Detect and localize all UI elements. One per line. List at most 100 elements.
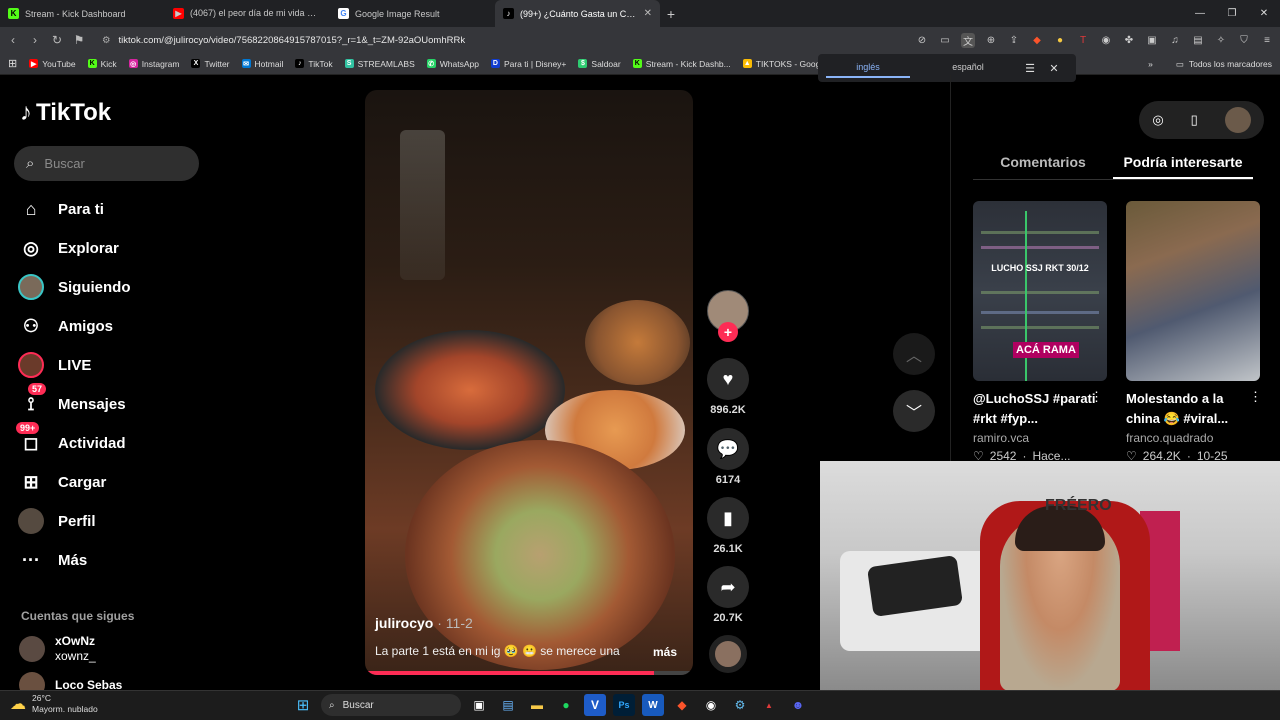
- extension-icon[interactable]: T: [1076, 35, 1090, 46]
- nav-mas[interactable]: ··· Más: [18, 545, 87, 575]
- tab-podria-interesarte[interactable]: Podría interesarte: [1113, 152, 1253, 179]
- recommended-video-card[interactable]: Molestando a la china 😂 #viral... franco…: [1126, 201, 1262, 463]
- close-tab-icon[interactable]: ✕: [644, 8, 652, 19]
- brave-icon[interactable]: ◆: [671, 694, 693, 716]
- vegas-icon[interactable]: V: [584, 694, 606, 716]
- recommended-video-card[interactable]: LUCHO SSJ RKT 30/12 ACÁ RAMA @LuchoSSJ #…: [973, 201, 1107, 463]
- extension-icon[interactable]: ●: [1053, 35, 1067, 46]
- phone-icon[interactable]: ▯: [1191, 112, 1198, 128]
- steam-icon[interactable]: ⚙: [729, 694, 751, 716]
- eye-off-icon[interactable]: ⊘: [915, 35, 929, 46]
- photoshop-icon[interactable]: Ps: [613, 694, 635, 716]
- leo-icon[interactable]: ✧: [1214, 35, 1228, 46]
- file-explorer-icon[interactable]: ▬: [526, 694, 548, 716]
- music-disc[interactable]: [709, 635, 747, 673]
- all-bookmarks-link[interactable]: Todos los marcadores: [1189, 59, 1272, 69]
- nav-perfil[interactable]: Perfil: [18, 506, 96, 536]
- nav-label: Siguiendo: [58, 278, 131, 296]
- next-video-button[interactable]: ﹀: [893, 390, 935, 432]
- bookmark-tiktok[interactable]: ♪ TikTok: [295, 59, 333, 69]
- sidebar-icon[interactable]: ▣: [1145, 35, 1159, 46]
- search-input[interactable]: ⌕ Buscar: [14, 146, 199, 181]
- nav-amigos[interactable]: ⚇ Amigos: [18, 311, 113, 341]
- bookmark-kick-dashboard[interactable]: K Stream - Kick Dashb...: [632, 59, 731, 69]
- extensions-puzzle-icon[interactable]: ✤: [1122, 35, 1136, 46]
- bookmark-saldoar[interactable]: $ Saldoar: [578, 59, 621, 69]
- nav-actividad[interactable]: ◻ 99+ Actividad: [16, 422, 126, 458]
- spotify-icon[interactable]: ●: [555, 694, 577, 716]
- heart-icon[interactable]: ♥: [707, 358, 749, 400]
- weather-widget[interactable]: ☁ 26°C Mayorm. nublado: [10, 693, 98, 715]
- music-icon[interactable]: ♫: [1168, 35, 1182, 46]
- more-options-icon[interactable]: ⋮: [1249, 389, 1262, 405]
- minimize-button[interactable]: —: [1184, 0, 1216, 27]
- zoom-icon[interactable]: ⊕: [984, 35, 998, 46]
- bookmark-whatsapp[interactable]: ✆ WhatsApp: [426, 59, 479, 69]
- apps-grid-icon[interactable]: ⊞: [8, 57, 17, 70]
- tab-comentarios[interactable]: Comentarios: [973, 152, 1113, 179]
- bookmark-disney[interactable]: D Para ti | Disney+: [490, 59, 566, 69]
- voicemod-icon[interactable]: ▲: [758, 694, 780, 716]
- hamburger-menu-icon[interactable]: ☰: [1018, 62, 1042, 75]
- toolbar-icons: ⊘ ▭ 文 ⊕ ⇪ ◆ ● T ◉ ✤ ▣ ♫ ▤ ✧ ⛉ ≡: [915, 32, 1274, 48]
- nav-live[interactable]: LIVE: [18, 350, 91, 380]
- extension-icon[interactable]: ◉: [1099, 35, 1113, 46]
- close-window-button[interactable]: ✕: [1248, 0, 1280, 27]
- cast-icon[interactable]: ▭: [938, 35, 952, 46]
- bookmark-icon[interactable]: ▮: [707, 497, 749, 539]
- reload-button[interactable]: ↻: [50, 33, 64, 47]
- nav-mensajes[interactable]: ⟟ 57 Mensajes: [18, 383, 126, 419]
- address-bar[interactable]: ⚙ tiktok.com/@julirocyo/video/7568220864…: [102, 35, 465, 46]
- nav-para-ti[interactable]: ⌂ Para ti: [18, 194, 104, 224]
- bookmark-kick[interactable]: K Kick: [87, 59, 117, 69]
- previous-video-button[interactable]: ︿: [893, 333, 935, 375]
- nav-explorar[interactable]: ◎ Explorar: [18, 233, 119, 263]
- more-options-icon[interactable]: ⋮: [1090, 389, 1103, 405]
- bookmark-icon[interactable]: ⚑: [72, 33, 86, 47]
- word-icon[interactable]: W: [642, 694, 664, 716]
- brave-shield-icon[interactable]: ◆: [1030, 35, 1044, 46]
- nav-cargar[interactable]: ⊞ Cargar: [18, 467, 106, 497]
- vpn-icon[interactable]: ⛉: [1237, 35, 1251, 46]
- wallet-icon[interactable]: ▤: [1191, 35, 1205, 46]
- bookmark-instagram[interactable]: ◎ Instagram: [128, 59, 179, 69]
- task-view-icon[interactable]: ▣: [468, 694, 490, 716]
- video-author[interactable]: julirocyo · 11-2: [375, 615, 473, 631]
- browser-tab[interactable]: G Google Image Result: [330, 0, 495, 27]
- compass-icon[interactable]: ◎: [1152, 112, 1163, 128]
- follow-plus-button[interactable]: +: [718, 322, 738, 342]
- new-tab-button[interactable]: +: [660, 0, 682, 27]
- account-handle: xownz_: [55, 649, 96, 663]
- bookmark-youtube[interactable]: ▶ YouTube: [29, 59, 76, 69]
- obs-icon[interactable]: ◉: [700, 694, 722, 716]
- translate-source-tab[interactable]: inglés: [818, 54, 918, 82]
- browser-tab-active[interactable]: ♪ (99+) ¿Cuánto Gasta un Chico ✕: [495, 0, 660, 27]
- nav-label: LIVE: [58, 356, 92, 374]
- video-player[interactable]: julirocyo · 11-2 La parte 1 está en mi i…: [365, 90, 693, 675]
- menu-icon[interactable]: ≡: [1260, 35, 1274, 46]
- close-icon[interactable]: ✕: [1042, 62, 1066, 75]
- taskbar-search[interactable]: ⌕ Buscar: [321, 694, 461, 716]
- share-icon[interactable]: ➦: [707, 566, 749, 608]
- user-avatar[interactable]: [1224, 107, 1251, 133]
- restore-button[interactable]: ❐: [1216, 0, 1248, 27]
- caption-more-link[interactable]: más: [653, 645, 677, 659]
- chevron-right-icon[interactable]: »: [1148, 59, 1153, 69]
- bookmark-streamlabs[interactable]: S STREAMLABS: [344, 59, 415, 69]
- nav-siguiendo[interactable]: Siguiendo: [18, 272, 131, 302]
- discord-icon[interactable]: ☻: [787, 694, 809, 716]
- bookmark-hotmail[interactable]: ✉ Hotmail: [241, 59, 283, 69]
- windows-start-icon[interactable]: ⊞: [292, 694, 314, 716]
- translate-icon[interactable]: 文: [961, 32, 975, 48]
- tiktok-logo[interactable]: ♪ TikTok: [20, 99, 111, 127]
- site-info-icon[interactable]: ⚙: [102, 35, 111, 46]
- back-button[interactable]: ‹: [6, 33, 20, 47]
- browser-tab[interactable]: K Stream - Kick Dashboard: [0, 0, 165, 27]
- comment-icon[interactable]: 💬: [707, 428, 749, 470]
- browser-tab[interactable]: ▶ (4067) el peor día de mi vida 🥺 - Yo: [165, 0, 330, 27]
- share-icon[interactable]: ⇪: [1007, 35, 1021, 46]
- forward-button[interactable]: ›: [28, 33, 42, 47]
- bookmark-twitter[interactable]: X Twitter: [191, 59, 230, 69]
- widgets-icon[interactable]: ▤: [497, 694, 519, 716]
- following-account[interactable]: xOwNz xownz_: [19, 634, 96, 664]
